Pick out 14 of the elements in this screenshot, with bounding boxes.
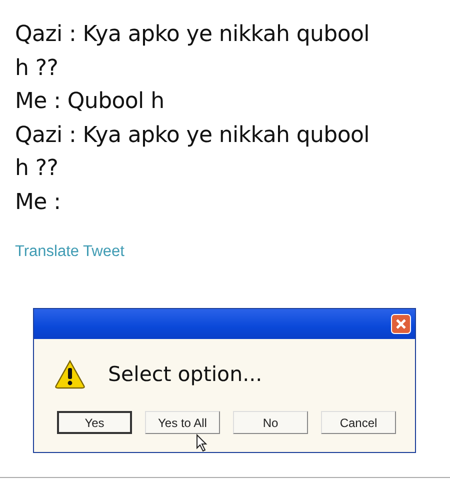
dialog-button[interactable]: No [233,411,308,434]
dialog-message: Select option... [108,362,262,386]
dialog-button[interactable]: Yes [57,411,132,434]
tweet-text: Me : [15,188,62,216]
mouse-pointer-icon [196,434,208,452]
tweet-text: Me : Qubool h [15,88,166,116]
dialog-button[interactable]: Cancel [321,411,396,434]
warning-icon [54,359,86,389]
dialog-button[interactable]: Yes to All [145,411,220,434]
tweet-text: Qazi : Kya apko ye nikkah qubool [15,122,370,150]
close-icon[interactable] [391,314,411,334]
tweet-text: h ?? [15,54,60,82]
tweet-text: h ?? [15,155,60,183]
tweet-text: Qazi : Kya apko ye nikkah qubool [15,21,370,49]
